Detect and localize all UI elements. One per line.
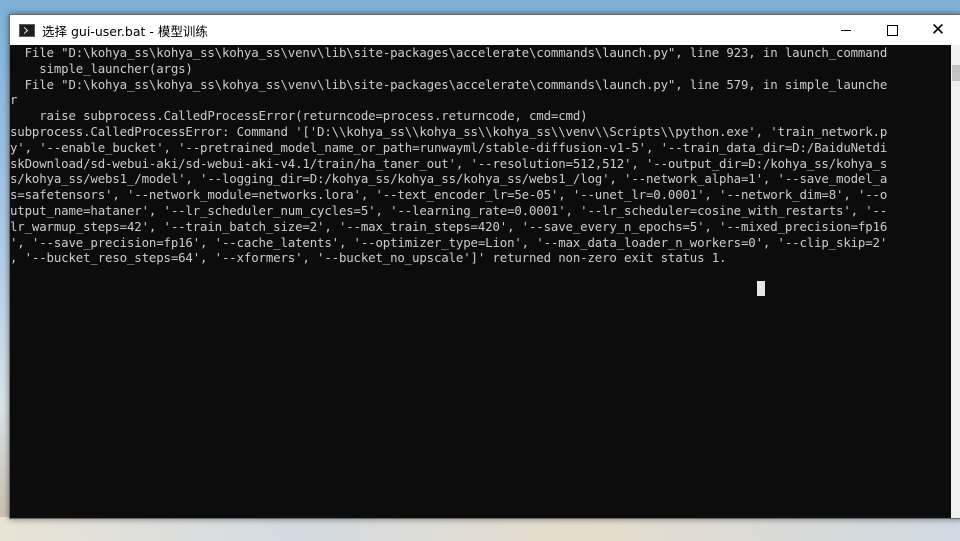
scrollbar-thumb[interactable] (952, 65, 960, 81)
close-button[interactable]: ✕ (915, 15, 960, 45)
console-line: File "D:\kohya_ss\kohya_ss\kohya_ss\venv… (10, 45, 888, 60)
console-line: s=safetensors', '--network_module=networ… (10, 187, 888, 203)
console-window[interactable]: 选择 gui-user.bat - 模型训练 ✕ File "D:\kohya_… (9, 14, 960, 519)
console-line: raise subprocess.CalledProcessError(retu… (10, 108, 588, 124)
minimize-icon (841, 29, 851, 31)
vertical-scrollbar[interactable] (951, 45, 960, 518)
window-title: 选择 gui-user.bat - 模型训练 (42, 23, 208, 39)
console-line: lr_warmup_steps=42', '--train_batch_size… (10, 218, 888, 234)
title-bar[interactable]: 选择 gui-user.bat - 模型训练 ✕ (10, 15, 960, 45)
console-text: File "D:\kohya_ss\kohya_ss\kohya_ss\venv… (10, 45, 951, 266)
console-line: File "D:\kohya_ss\kohya_ss\kohya_ss\venv… (10, 76, 888, 92)
maximize-button[interactable] (869, 15, 915, 45)
console-line: skDownload/sd-webui-aki/sd-webui-aki-v4.… (10, 155, 888, 171)
scroll-up-arrow-icon[interactable] (951, 45, 960, 59)
console-line: , '--bucket_reso_steps=64', '--xformers'… (10, 250, 727, 266)
console-line: utput_name=hataner', '--lr_scheduler_num… (10, 202, 888, 218)
desktop-background (0, 517, 960, 541)
maximize-icon (886, 24, 898, 36)
console-line: subprocess.CalledProcessError: Command '… (10, 123, 888, 139)
cmd-icon[interactable] (19, 23, 35, 37)
console-line: r (10, 92, 18, 108)
close-icon: ✕ (930, 19, 946, 40)
console-line: ', '--save_precision=fp16', '--cache_lat… (10, 234, 888, 250)
console-output[interactable]: File "D:\kohya_ss\kohya_ss\kohya_ss\venv… (10, 45, 951, 518)
minimize-button[interactable] (823, 15, 869, 45)
console-line: simple_launcher(args) (10, 60, 193, 76)
text-cursor (757, 281, 765, 296)
window-controls: ✕ (823, 15, 960, 45)
console-line: y', '--enable_bucket', '--pretrained_mod… (10, 139, 888, 155)
console-line: s/kohya_ss/webs1_/model', '--logging_dir… (10, 171, 888, 187)
